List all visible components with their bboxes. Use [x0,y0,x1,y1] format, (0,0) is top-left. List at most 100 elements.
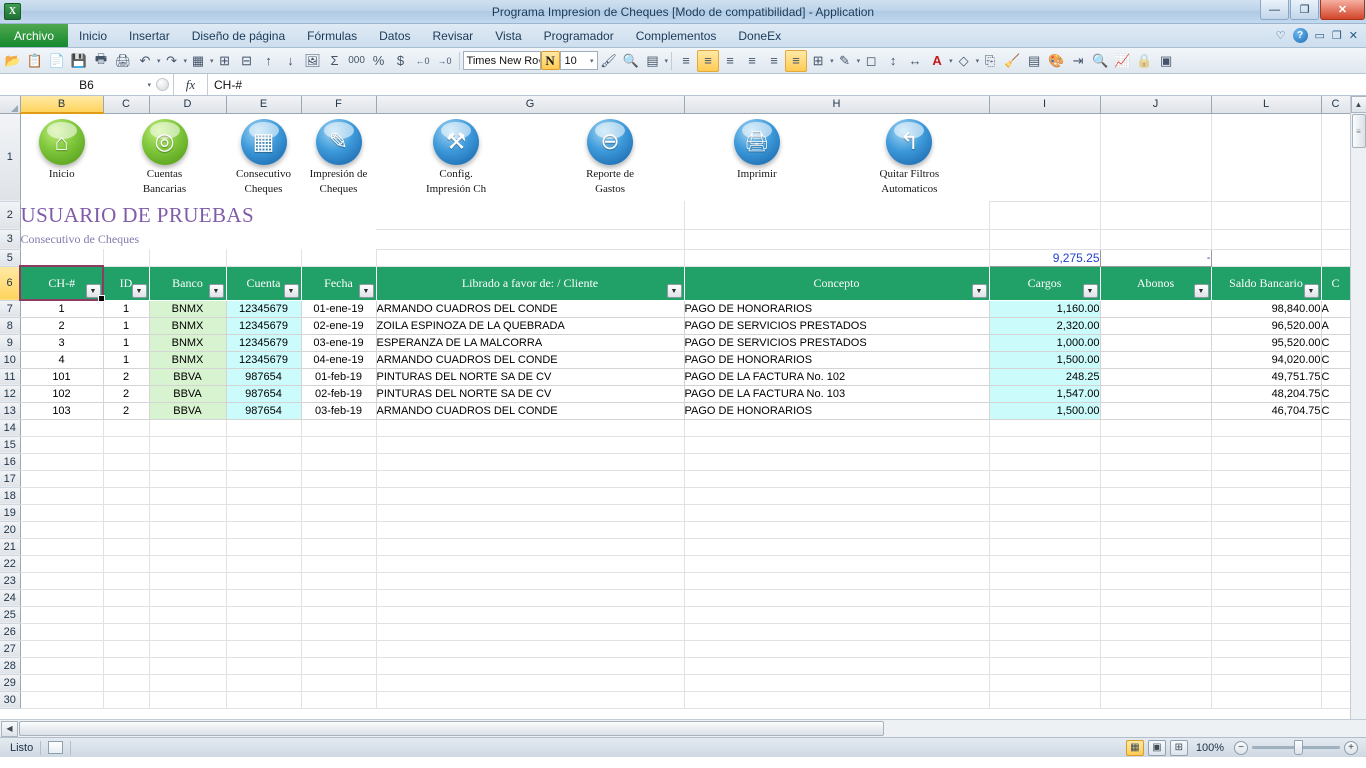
empty-cell[interactable] [149,470,226,487]
empty-cell[interactable] [20,623,103,640]
cell-J1[interactable] [1100,113,1211,201]
cell-E5[interactable] [226,249,301,266]
empty-cell[interactable] [301,521,376,538]
chart-icon[interactable]: 📈 [1111,50,1133,72]
tab-insertar[interactable]: Insertar [118,24,181,47]
empty-cell[interactable] [301,453,376,470]
empty-cell[interactable] [226,623,301,640]
empty-cell[interactable] [1321,470,1350,487]
cell-fecha[interactable]: 03-ene-19 [301,334,376,351]
font-size-dropdown-icon[interactable]: ▾ [590,57,597,65]
empty-cell[interactable] [20,419,103,436]
cell-cuenta[interactable]: 12345679 [226,300,301,317]
empty-cell[interactable] [1211,691,1321,708]
empty-cell[interactable] [226,538,301,555]
empty-cell[interactable] [1100,470,1211,487]
empty-cell[interactable] [684,640,989,657]
cell-cliente[interactable]: ARMANDO CUADROS DEL CONDE [376,300,684,317]
empty-cell[interactable] [1321,674,1350,691]
filter-button-id[interactable]: ▼ [132,284,147,298]
empty-cell[interactable] [989,674,1100,691]
empty-cell[interactable] [301,657,376,674]
empty-cell[interactable] [20,691,103,708]
empty-cell[interactable] [226,504,301,521]
row-header[interactable]: 16 [0,453,20,470]
empty-cell[interactable] [20,521,103,538]
cell-fecha[interactable]: 02-feb-19 [301,385,376,402]
empty-cell[interactable] [1211,606,1321,623]
align-left-icon[interactable]: ≡ [675,50,697,72]
empty-cell[interactable] [684,453,989,470]
cell-cliente[interactable]: ARMANDO CUADROS DEL CONDE [376,402,684,419]
empty-cell[interactable] [301,538,376,555]
nav-consecutivo-cheques[interactable]: ▦ Consecutivo Cheques [226,113,301,201]
tab-diseno-de-pagina[interactable]: Diseño de página [181,24,296,47]
nav-cuentas-bancarias[interactable]: ◎ Cuentas Bancarias [103,113,226,201]
empty-cell[interactable] [1211,589,1321,606]
empty-cell[interactable] [376,487,684,504]
empty-cell[interactable] [20,487,103,504]
insert-function-icon[interactable]: fx [174,74,208,95]
view-page-break-button[interactable]: ⊞ [1170,740,1188,756]
empty-cell[interactable] [1211,657,1321,674]
increase-decimal-icon[interactable]: ←0 [412,50,434,72]
empty-cell[interactable] [1100,640,1211,657]
cell-banco[interactable]: BNMX [149,317,226,334]
empty-cell[interactable] [684,521,989,538]
cell-cliente[interactable]: ESPERANZA DE LA MALCORRA [376,334,684,351]
header-cargos[interactable]: Cargos ▼ [989,266,1100,300]
formula-input[interactable]: CH-# [208,74,1366,95]
empty-cell[interactable] [989,691,1100,708]
row-header[interactable]: 22 [0,555,20,572]
tab-datos[interactable]: Datos [368,24,421,47]
zoom-icon[interactable]: 🔍 [620,50,642,72]
empty-cell[interactable] [20,640,103,657]
empty-cell[interactable] [149,606,226,623]
empty-cell[interactable] [376,555,684,572]
zoom-slider-thumb[interactable] [1294,740,1303,755]
empty-cell[interactable] [1321,419,1350,436]
empty-cell[interactable] [1211,572,1321,589]
cell-I1[interactable] [989,113,1100,201]
empty-cell[interactable] [149,555,226,572]
cell-saldo[interactable]: 95,520.00 [1211,334,1321,351]
empty-cell[interactable] [149,691,226,708]
cell-cargos[interactable]: 1,500.00 [989,402,1100,419]
empty-cell[interactable] [684,470,989,487]
cell-I2[interactable] [989,201,1100,229]
currency-style-icon[interactable]: $ [390,50,412,72]
cell-partial[interactable]: C [1321,351,1350,368]
filter-button-concepto[interactable]: ▼ [972,284,987,298]
row-header-1[interactable]: 1 [0,113,20,201]
filter-button-ch-num[interactable]: ▼ [86,284,101,298]
cell-concepto[interactable]: PAGO DE LA FACTURA No. 102 [684,368,989,385]
cell-cargos[interactable]: 1,160.00 [989,300,1100,317]
empty-cell[interactable] [1321,691,1350,708]
empty-cell[interactable] [1321,589,1350,606]
empty-cell[interactable] [103,640,149,657]
empty-cell[interactable] [1321,487,1350,504]
empty-cell[interactable] [226,436,301,453]
column-width-icon[interactable]: ↔ [904,50,926,72]
cell-banco[interactable]: BNMX [149,334,226,351]
empty-cell[interactable] [684,572,989,589]
empty-cell[interactable] [103,606,149,623]
sort-ascending-icon[interactable]: ↑ [258,50,280,72]
empty-cell[interactable] [103,589,149,606]
empty-cell[interactable] [1321,555,1350,572]
cell-cargos[interactable]: 1,500.00 [989,351,1100,368]
empty-cell[interactable] [684,674,989,691]
cell-G5[interactable] [376,249,684,266]
cell-concepto[interactable]: PAGO DE HONORARIOS [684,351,989,368]
cell-id[interactable]: 1 [103,351,149,368]
header-fecha[interactable]: Fecha ▼ [301,266,376,300]
empty-cell[interactable] [989,623,1100,640]
name-box[interactable]: B6 ▾ [0,74,174,95]
row-header[interactable]: 14 [0,419,20,436]
cell-cliente[interactable]: ARMANDO CUADROS DEL CONDE [376,351,684,368]
row-header[interactable]: 19 [0,504,20,521]
zoom-slider[interactable] [1252,746,1340,749]
row-header-5[interactable]: 5 [0,249,20,266]
cell-cliente[interactable]: PINTURAS DEL NORTE SA DE CV [376,368,684,385]
row-header[interactable]: 15 [0,436,20,453]
